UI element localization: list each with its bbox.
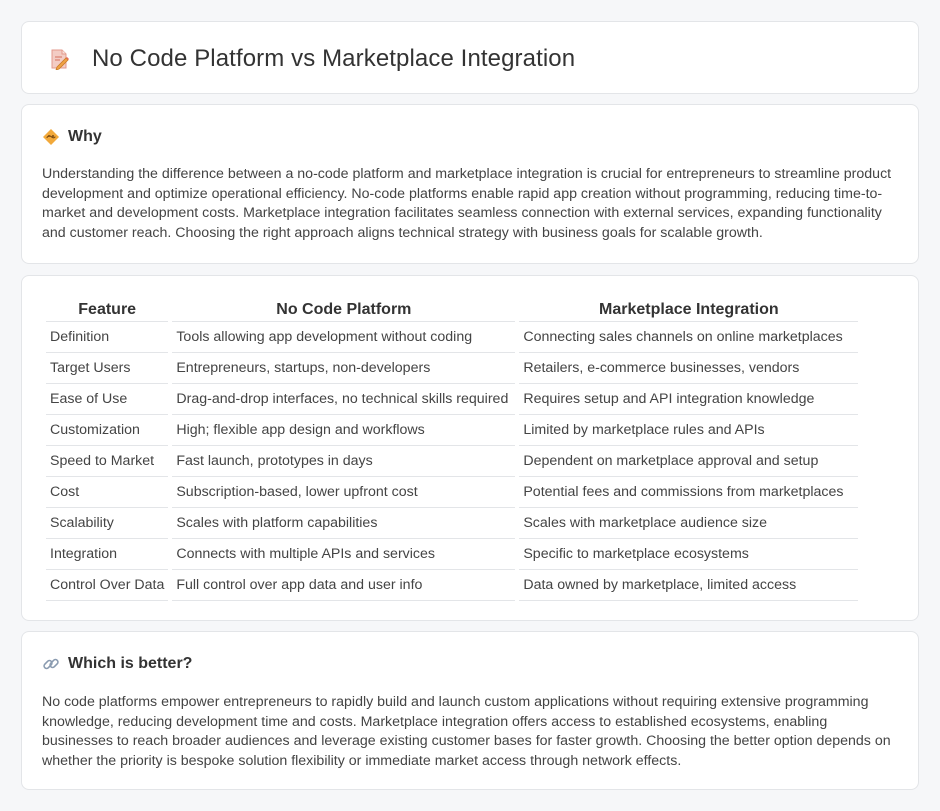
feature-cell: Scalability [46, 508, 169, 539]
marketplace-cell: Scales with marketplace audience size [519, 508, 859, 539]
why-heading: Why [42, 126, 102, 148]
marketplace-cell: Dependent on marketplace approval and se… [519, 446, 859, 477]
which-is-better-section: Which is better? No code platforms empow… [21, 631, 919, 790]
better-heading: Which is better? [42, 653, 192, 675]
table-header-row: Feature No Code Platform Marketplace Int… [46, 296, 859, 322]
comparison-table-card: Feature No Code Platform Marketplace Int… [21, 275, 919, 621]
table-row: Scalability Scales with platform capabil… [46, 508, 859, 539]
link-icon [42, 655, 60, 673]
no-code-cell: Full control over app data and user info [172, 570, 516, 601]
column-header-no-code: No Code Platform [172, 296, 516, 322]
marketplace-cell: Data owned by marketplace, limited acces… [519, 570, 859, 601]
no-code-cell: Scales with platform capabilities [172, 508, 516, 539]
better-text: No code platforms empower entrepreneurs … [42, 694, 891, 769]
marketplace-cell: Potential fees and commissions from mark… [519, 477, 859, 508]
no-code-cell: Tools allowing app development without c… [172, 322, 516, 353]
column-header-feature: Feature [46, 296, 169, 322]
marketplace-cell: Specific to marketplace ecosystems [519, 539, 859, 570]
no-code-cell: Fast launch, prototypes in days [172, 446, 516, 477]
marketplace-cell: Requires setup and API integration knowl… [519, 384, 859, 415]
feature-cell: Cost [46, 477, 169, 508]
why-section: Why Understanding the difference between… [21, 104, 919, 264]
marketplace-cell: Limited by marketplace rules and APIs [519, 415, 859, 446]
table-row: Control Over Data Full control over app … [46, 570, 859, 601]
table-row: Integration Connects with multiple APIs … [46, 539, 859, 570]
page-title: No Code Platform vs Marketplace Integrat… [92, 45, 576, 72]
table-row: Customization High; flexible app design … [46, 415, 859, 446]
table-row: Definition Tools allowing app developmen… [46, 322, 859, 353]
title-card: No Code Platform vs Marketplace Integrat… [21, 21, 919, 94]
document-pencil-icon [48, 48, 70, 71]
feature-cell: Ease of Use [46, 384, 169, 415]
better-heading-label: Which is better? [68, 655, 193, 672]
marketplace-cell: Connecting sales channels on online mark… [519, 322, 859, 353]
no-code-cell: High; flexible app design and workflows [172, 415, 516, 446]
no-code-cell: Subscription-based, lower upfront cost [172, 477, 516, 508]
table-row: Target Users Entrepreneurs, startups, no… [46, 353, 859, 384]
feature-cell: Definition [46, 322, 169, 353]
comparison-table: Feature No Code Platform Marketplace Int… [42, 296, 862, 601]
marketplace-cell: Retailers, e-commerce businesses, vendor… [519, 353, 859, 384]
no-code-cell: Connects with multiple APIs and services [172, 539, 516, 570]
table-row: Speed to Market Fast launch, prototypes … [46, 446, 859, 477]
handshake-icon [42, 128, 60, 146]
feature-cell: Target Users [46, 353, 169, 384]
why-text: Understanding the difference between a n… [42, 166, 892, 241]
column-header-marketplace: Marketplace Integration [519, 296, 859, 322]
table-row: Cost Subscription-based, lower upfront c… [46, 477, 859, 508]
no-code-cell: Entrepreneurs, startups, non-developers [172, 353, 516, 384]
feature-cell: Speed to Market [46, 446, 169, 477]
feature-cell: Customization [46, 415, 169, 446]
why-heading-label: Why [68, 128, 102, 145]
feature-cell: Integration [46, 539, 169, 570]
feature-cell: Control Over Data [46, 570, 169, 601]
no-code-cell: Drag-and-drop interfaces, no technical s… [172, 384, 516, 415]
table-row: Ease of Use Drag-and-drop interfaces, no… [46, 384, 859, 415]
